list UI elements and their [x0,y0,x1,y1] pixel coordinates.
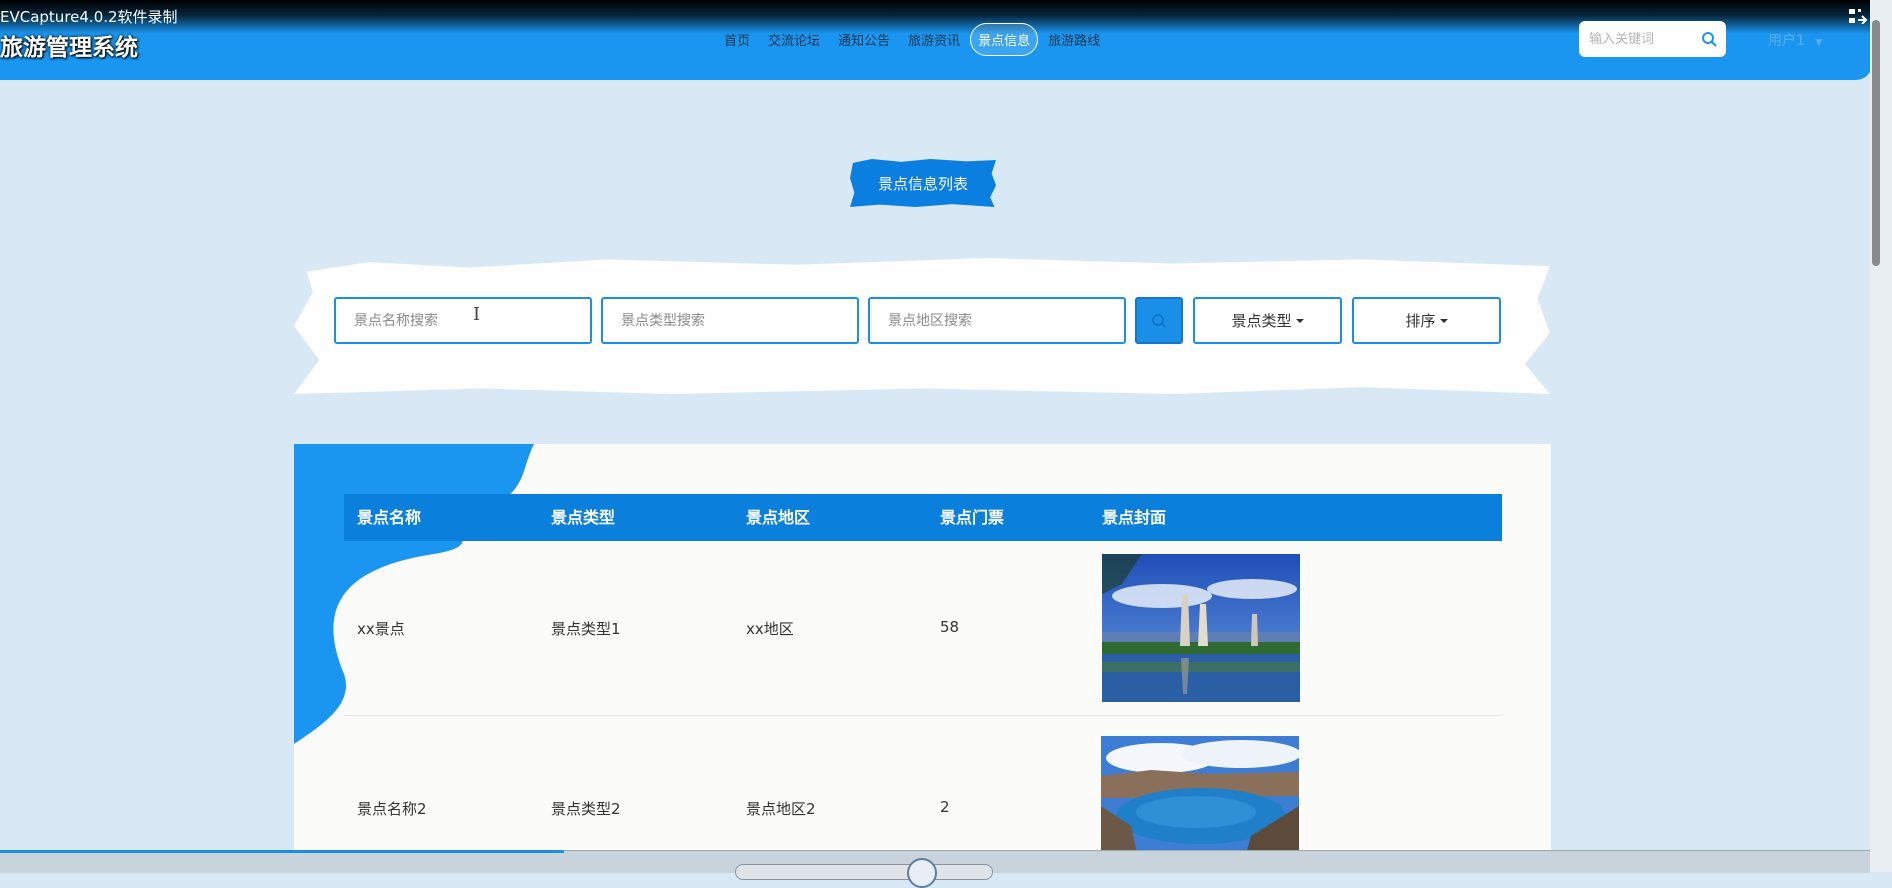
caret-down-icon [1295,318,1304,323]
column-header-ticket: 景点门票 [940,508,1005,527]
cover-image-pagoda-lake[interactable] [1102,554,1300,702]
table-row[interactable]: xx景点 景点类型1 xx地区 58 [344,554,1502,704]
nav-news[interactable]: 旅游资讯 [900,23,968,56]
progress-bar[interactable] [0,850,564,853]
cell-region: xx地区 [746,620,794,638]
scenic-type-search-input[interactable] [601,297,859,344]
scenic-type-dropdown[interactable]: 景点类型 [1193,297,1342,344]
scenic-type-dropdown-label: 景点类型 [1231,312,1292,330]
user-name: 用户1 [1768,33,1805,49]
column-header-cover: 景点封面 [1102,508,1167,527]
table-header: 景点名称 景点类型 景点地区 景点门票 景点封面 [344,494,1502,541]
search-button[interactable] [1135,297,1183,344]
nav-scenic-info[interactable]: 景点信息 [970,22,1039,56]
cell-name: 景点名称2 [357,800,427,818]
cell-type: 景点类型1 [551,620,621,638]
sort-dropdown-label: 排序 [1405,312,1436,330]
search-icon[interactable] [1701,31,1717,47]
fullscreen-icon[interactable] [1848,8,1868,24]
recorder-caption: EVCapture4.0.2软件录制 [0,8,178,26]
cell-ticket: 2 [940,798,950,816]
header-search [1579,21,1726,57]
text-cursor-icon: I [473,304,481,325]
main-nav: 首页 交流论坛 通知公告 旅游资讯 景点信息 旅游路线 [715,22,1109,56]
nav-forum[interactable]: 交流论坛 [760,23,828,56]
cell-name: xx景点 [357,620,405,638]
scrollbar-thumb[interactable] [1872,20,1880,266]
column-header-type: 景点类型 [551,508,616,527]
sort-dropdown[interactable]: 排序 [1352,297,1501,344]
player-controls[interactable] [735,864,993,880]
nav-routes[interactable]: 旅游路线 [1040,23,1108,56]
row-divider [344,715,1502,716]
cell-ticket: 58 [940,618,960,636]
cell-type: 景点类型2 [551,800,621,818]
record-button-icon[interactable] [907,858,937,888]
page-title: 景点信息列表 [850,159,996,207]
nav-home[interactable]: 首页 [716,23,758,56]
chevron-down-icon: ▼ [1815,38,1823,48]
search-icon [1152,313,1166,328]
cell-region: 景点地区2 [746,800,816,818]
scenic-table-card: 景点名称 景点类型 景点地区 景点门票 景点封面 xx景点 景点类型1 xx地区… [294,444,1551,872]
header-search-input[interactable] [1587,30,1701,48]
column-header-name: 景点名称 [357,508,422,527]
caret-down-icon [1439,318,1448,323]
scenic-name-search-input[interactable] [334,297,592,344]
user-menu[interactable]: 用户1 ▼ [1768,30,1822,50]
nav-notice[interactable]: 通知公告 [830,23,898,56]
site-title: 旅游管理系统 [0,35,138,61]
scenic-region-search-input[interactable] [868,297,1126,344]
column-header-region: 景点地区 [746,508,811,527]
